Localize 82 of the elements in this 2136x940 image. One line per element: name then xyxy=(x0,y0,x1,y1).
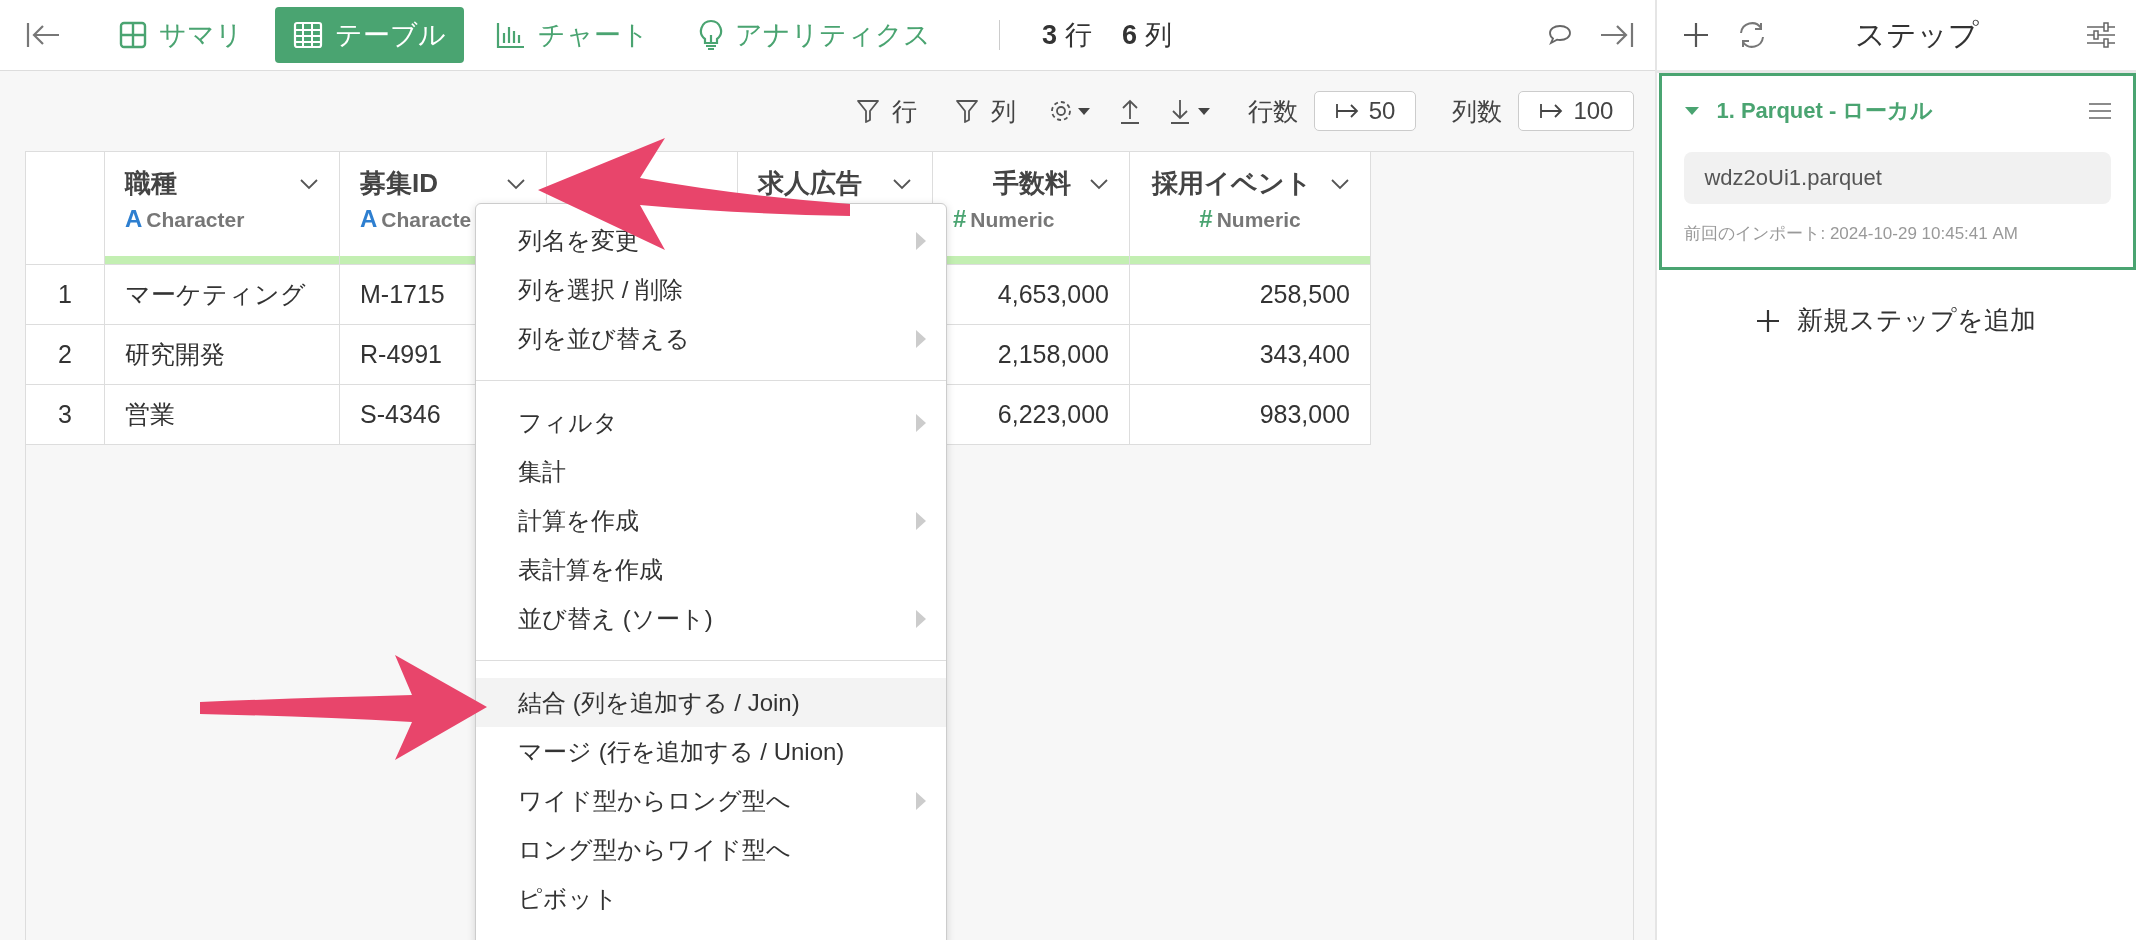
column-name: 手数料 xyxy=(993,167,1071,200)
column-name: 募集ID xyxy=(360,167,438,200)
table-cell: 4,653,000 xyxy=(997,280,1109,308)
menu-item[interactable]: 集計 xyxy=(476,447,946,496)
submenu-arrow-icon xyxy=(916,511,926,530)
import-time: 前回のインポート: 2024-10-29 10:45:41 AM xyxy=(1684,223,2019,245)
menu-item[interactable]: 結合 (列を追加する / Join) xyxy=(476,678,946,727)
sliders-icon[interactable] xyxy=(2086,22,2116,48)
menu-item[interactable]: ロング型からワイド型へ xyxy=(476,825,946,874)
count-number: 6 xyxy=(1122,19,1138,51)
row-filter-button[interactable]: 行 xyxy=(849,93,923,129)
type-icon: A xyxy=(125,205,143,233)
add-step-button[interactable]: 新規ステップを追加 xyxy=(1751,302,2043,339)
menu-item[interactable]: 列を選択 / 削除 xyxy=(476,265,946,314)
step-title: 1. Parquet - ローカル xyxy=(1716,97,1935,125)
panel-title: ステップ xyxy=(1855,16,1981,53)
add-icon xyxy=(1757,309,1780,332)
lightbulb-icon xyxy=(699,19,723,51)
menu-item[interactable]: 計算を作成 xyxy=(476,496,946,545)
count-unit: 列 xyxy=(1145,19,1173,52)
column-limit-label: 列数 xyxy=(1452,95,1503,127)
table-cell: 営業 xyxy=(125,400,175,428)
column-limit-field[interactable]: 100 xyxy=(1518,91,1635,131)
table-cell: マーケティング xyxy=(125,280,306,308)
caret-icon[interactable] xyxy=(1684,105,1701,117)
menu-item[interactable]: マージ (行を追加する / Union) xyxy=(476,727,946,776)
row-number: 2 xyxy=(58,340,72,368)
row-number: 3 xyxy=(58,400,72,428)
chevron-down-icon[interactable] xyxy=(1330,177,1350,190)
submenu-arrow-icon xyxy=(916,791,926,810)
submenu-arrow-icon xyxy=(916,413,926,432)
file-name: wdz2oUi1.parquet xyxy=(1684,152,2111,204)
table-cell: 343,400 xyxy=(1259,340,1350,368)
chevron-down-icon[interactable] xyxy=(299,177,319,190)
chevron-down-icon[interactable] xyxy=(1089,177,1109,190)
row-limit-label: 行数 xyxy=(1247,95,1298,127)
type-icon: # xyxy=(953,205,967,233)
chevron-down-icon[interactable] xyxy=(506,177,526,190)
type-icon: # xyxy=(1199,205,1213,233)
column-name: 採用イベント xyxy=(1152,167,1312,200)
table-cell: 983,000 xyxy=(1259,400,1350,428)
menu-item[interactable]: ワイド型からロング型へ xyxy=(476,776,946,825)
filter-icon xyxy=(954,98,979,124)
bar-arrow-icon xyxy=(1334,101,1361,121)
add-icon[interactable] xyxy=(1683,22,1710,48)
table-cell: S-4346 xyxy=(360,400,441,428)
table-cell: 258,500 xyxy=(1259,280,1350,308)
menu-item[interactable]: 表計算を作成 xyxy=(476,545,946,594)
submenu-arrow-icon xyxy=(916,329,926,348)
column-type: Numeric xyxy=(1216,208,1301,232)
chevron-down-icon[interactable] xyxy=(892,177,912,190)
column-name: 求人広告 xyxy=(758,167,862,200)
table-cell: 研究開発 xyxy=(125,340,225,368)
table-cell: R-4991 xyxy=(360,340,442,368)
collapse-right-icon[interactable] xyxy=(1599,20,1636,50)
bar-chart-icon xyxy=(496,21,526,49)
menu-item[interactable]: 列を並び替える xyxy=(476,314,946,363)
count-unit: 行 xyxy=(1065,19,1093,52)
column-type: Numeric xyxy=(970,208,1055,232)
menu-icon[interactable] xyxy=(2089,102,2111,120)
grid-icon xyxy=(119,21,147,49)
column-filter-button[interactable]: 列 xyxy=(948,93,1022,129)
menu-item[interactable]: ピボット xyxy=(476,874,946,923)
comment-icon[interactable] xyxy=(1547,23,1574,47)
column-type: Characte xyxy=(381,208,472,232)
menu-item[interactable]: 並び替え (ソート) xyxy=(476,594,946,643)
submenu-arrow-icon xyxy=(916,231,926,250)
count-number: 3 xyxy=(1042,19,1058,51)
collapse-left-icon[interactable] xyxy=(25,20,61,50)
filter-icon xyxy=(855,98,880,124)
table-icon xyxy=(293,21,323,49)
row-limit-field[interactable]: 50 xyxy=(1313,91,1417,131)
column-name: 職種 xyxy=(125,167,177,200)
table-cell: M-1715 xyxy=(360,280,445,308)
column-type: Character xyxy=(146,208,245,232)
row-number: 1 xyxy=(58,280,72,308)
menu-item[interactable]: フィルタ xyxy=(476,398,946,447)
submenu-arrow-icon xyxy=(916,609,926,628)
step-card[interactable]: 1. Parquet - ローカル wdz2oUi1.parquet 前回のインポート: 2024-10-29 10:45:41 AM xyxy=(1659,73,2136,270)
table-cell: 6,223,000 xyxy=(997,400,1109,428)
type-icon: A xyxy=(360,205,378,233)
table-cell: 2,158,000 xyxy=(997,340,1109,368)
